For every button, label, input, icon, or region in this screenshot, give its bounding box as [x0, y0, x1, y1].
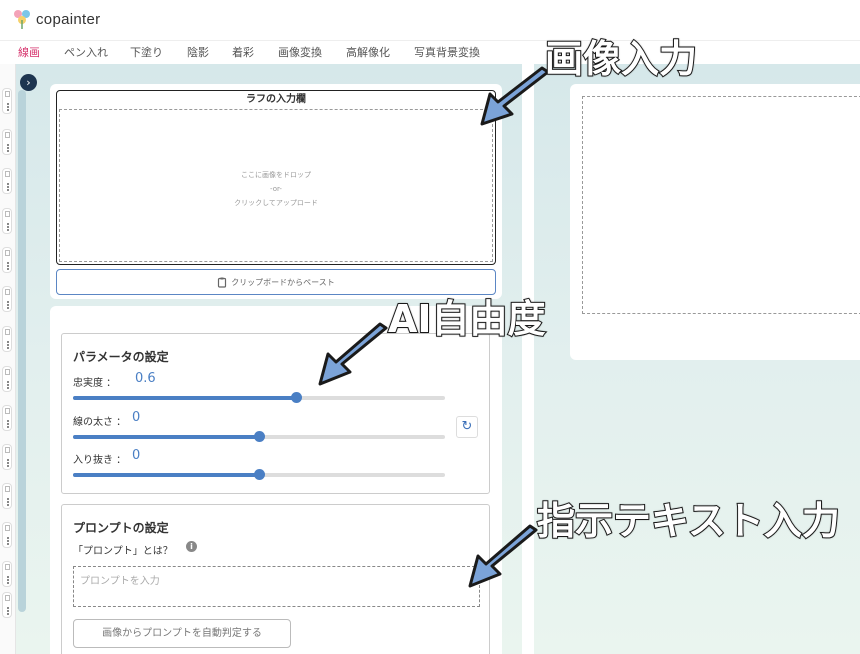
tab-inking[interactable]: ペン入れ [64, 41, 130, 65]
history-item[interactable] [2, 168, 12, 194]
history-item[interactable] [2, 561, 12, 587]
clipboard-icon [218, 277, 227, 288]
history-item[interactable] [2, 326, 12, 352]
line-width-label: 線の太さ ： [73, 417, 127, 428]
annotation-prompt-input: 指示テキスト入力 [536, 498, 841, 544]
expand-sidebar-button[interactable]: › [20, 74, 37, 91]
parameter-settings: パラメータの設定 忠実度 ： 0.6 線の太さ ： 0 ↻ 入り抜き ： 0 [61, 333, 490, 494]
line-width-slider[interactable] [73, 431, 445, 442]
history-item[interactable] [2, 208, 12, 234]
arrow-to-image-input [480, 66, 550, 126]
fidelity-value: 0.6 [135, 371, 156, 386]
arrow-to-prompt [468, 524, 538, 588]
history-item[interactable] [2, 129, 12, 155]
image-dropzone[interactable]: ここに画像をドロップ -or- クリックしてアップロード [59, 109, 493, 262]
taper-slider[interactable] [73, 469, 445, 480]
app-name: copainter [36, 10, 101, 28]
tab-shading[interactable]: 陰影 [187, 41, 232, 65]
taper-label: 入り抜き ： [73, 455, 127, 466]
history-item[interactable] [2, 444, 12, 470]
fidelity-label: 忠実度 ： [73, 378, 117, 389]
sidebar-scrollbar[interactable] [18, 90, 26, 612]
output-panel [570, 84, 860, 360]
fidelity-slider[interactable] [73, 392, 445, 403]
upload-title: ラフの入力欄 [246, 94, 306, 105]
prompt-settings-title: プロンプトの設定 [73, 521, 169, 535]
arrow-to-fidelity [318, 322, 388, 386]
prompt-settings: プロンプトの設定 「プロンプト」とは？ i プロンプトを入力 画像からプロンプト… [61, 504, 490, 654]
mode-tabs: 線画 ペン入れ 下塗り 陰影 着彩 画像変換 高解像化 写真背景変換 [0, 40, 860, 64]
tab-photo-bg-convert[interactable]: 写真背景変換 [414, 41, 504, 65]
tab-upscale[interactable]: 高解像化 [346, 41, 414, 65]
history-item[interactable] [2, 592, 12, 618]
settings-panel: パラメータの設定 忠実度 ： 0.6 線の太さ ： 0 ↻ 入り抜き ： 0 プ… [50, 306, 502, 654]
dropzone-hint: ここに画像をドロップ -or- クリックしてアップロード [60, 168, 492, 210]
reset-params-button[interactable]: ↻ [456, 416, 478, 438]
history-item[interactable] [2, 88, 12, 114]
annotation-image-input: 画像入力 [544, 36, 698, 82]
app-header: copainter [0, 0, 860, 40]
slider-knob[interactable] [254, 469, 265, 480]
rough-input-box: ラフの入力欄 ここに画像をドロップ -or- クリックしてアップロード [56, 90, 496, 265]
history-item[interactable] [2, 247, 12, 273]
tab-image-convert[interactable]: 画像変換 [278, 41, 346, 65]
taper-value: 0 [132, 448, 141, 463]
history-item[interactable] [2, 366, 12, 392]
annotation-ai-freedom: AI自由度 [387, 296, 547, 342]
app-logo[interactable]: copainter [12, 8, 100, 30]
parameter-settings-title: パラメータの設定 [73, 350, 169, 364]
tab-base-coloring[interactable]: 下塗り [130, 41, 187, 65]
prompt-input[interactable]: プロンプトを入力 [73, 566, 480, 607]
history-item[interactable] [2, 405, 12, 431]
logo-icon [14, 10, 30, 29]
upload-panel: ラフの入力欄 ここに画像をドロップ -or- クリックしてアップロード クリップ… [50, 84, 502, 299]
output-image-area [582, 96, 860, 314]
history-rail [0, 64, 16, 654]
paste-button-label: クリップボードからペースト [231, 277, 335, 287]
chevron-right-icon: › [26, 76, 31, 89]
prompt-help-link[interactable]: 「プロンプト」とは？ [73, 542, 173, 557]
slider-knob[interactable] [291, 392, 303, 403]
history-item[interactable] [2, 286, 12, 312]
tab-coloring[interactable]: 着彩 [232, 41, 278, 65]
tab-lineart[interactable]: 線画 [18, 41, 64, 65]
line-width-value: 0 [132, 410, 141, 425]
drop-hint-line1: ここに画像をドロップ [241, 171, 311, 179]
info-icon[interactable]: i [186, 541, 197, 552]
drop-hint-line3: クリックしてアップロード [234, 199, 318, 207]
refresh-icon: ↻ [461, 419, 473, 434]
history-item[interactable] [2, 483, 12, 509]
history-item[interactable] [2, 522, 12, 548]
auto-detect-prompt-button[interactable]: 画像からプロンプトを自動判定する [73, 619, 291, 648]
drop-hint-line2: -or- [270, 185, 282, 193]
slider-knob[interactable] [254, 431, 265, 442]
